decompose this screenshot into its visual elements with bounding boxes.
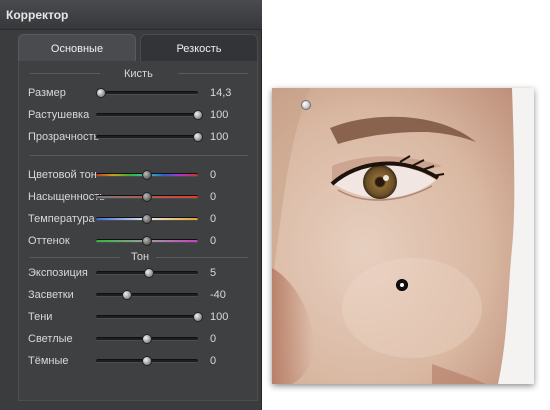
slider-handle[interactable] [121,290,132,300]
slider-handle[interactable] [142,192,152,202]
slider-value: 100 [210,131,229,143]
tab-sharpness[interactable]: Резкость [140,34,258,62]
section-divider [156,257,248,258]
slider-label: Тёмные [28,355,69,367]
slider-label: Светлые [28,333,73,345]
slider-label: Засветки [28,289,74,301]
slider-value: 0 [210,333,217,345]
slider-label: Тени [28,311,53,323]
face-photo [272,88,534,384]
slider-handle[interactable] [142,236,152,246]
slider-label: Температура [28,213,95,225]
slider-label: Цветовой тон [28,169,97,181]
slider-value: 14,3 [210,87,232,99]
section-brush-label: Кисть [124,68,153,80]
active-correction-pin-icon[interactable] [396,279,408,291]
section-divider [30,73,100,74]
slider-label: Насыщенность [28,191,106,203]
slider-track[interactable] [96,315,198,319]
slider-value: -40 [210,289,226,301]
slider-value: 0 [210,355,217,367]
slider-label: Растушевка [28,109,90,121]
slider-value: 100 [210,109,229,121]
slider-value: 0 [210,235,217,247]
correction-pin-icon[interactable] [301,100,311,110]
photo-canvas[interactable] [272,88,534,384]
slider-value: 0 [210,191,217,203]
slider-handle[interactable] [142,214,152,224]
slider-value: 100 [210,311,229,323]
slider-handle[interactable] [193,110,203,120]
slider-label: Прозрачность [28,131,100,143]
slider-handle[interactable] [142,356,152,366]
slider-handle[interactable] [193,312,203,322]
slider-value: 0 [210,213,217,225]
slider-track[interactable] [96,113,198,117]
panel-titlebar: Корректор [0,0,262,30]
slider-track[interactable] [96,293,198,297]
slider-track[interactable] [96,135,198,139]
slider-value: 0 [210,169,217,181]
slider-track[interactable] [96,91,198,95]
section-divider [30,257,120,258]
slider-handle[interactable] [142,334,152,344]
slider-label: Экспозиция [28,267,88,279]
tab-basic[interactable]: Основные [18,34,136,62]
corrector-panel: Корректор Основные Резкость Кисть Размер… [0,0,262,410]
slider-handle[interactable] [142,170,152,180]
slider-label: Размер [28,87,66,99]
section-divider [178,73,248,74]
section-tone-label: Тон [131,251,150,263]
panel-title: Корректор [6,8,69,22]
slider-label: Оттенок [28,235,70,247]
group-divider [30,155,248,156]
slider-value: 5 [210,267,217,279]
slider-handle[interactable] [193,132,203,142]
slider-handle[interactable] [144,268,155,278]
